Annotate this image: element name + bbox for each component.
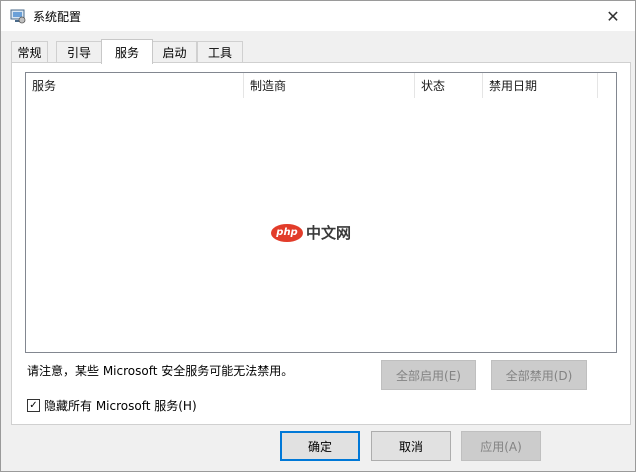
system-configuration-window: 系统配置 ✕ 常规 引导 服务 启动 工具 服务 制造商 状态 禁用日期 php… [0, 0, 636, 472]
apply-button[interactable]: 应用(A) [461, 431, 541, 461]
services-list-header: 服务 制造商 状态 禁用日期 [26, 73, 598, 98]
cancel-button[interactable]: 取消 [371, 431, 451, 461]
tab-services[interactable]: 服务 [101, 39, 153, 64]
watermark-text: 中文网 [306, 224, 352, 242]
services-list[interactable]: 服务 制造商 状态 禁用日期 php 中文网 [25, 72, 617, 353]
window-title: 系统配置 [33, 10, 82, 24]
system-configuration-icon [10, 8, 26, 24]
disable-all-button[interactable]: 全部禁用(D) [491, 360, 587, 390]
column-header-manufacturer[interactable]: 制造商 [244, 73, 415, 98]
column-header-service[interactable]: 服务 [26, 73, 244, 98]
hide-microsoft-services-checkbox[interactable]: ✓ [27, 399, 40, 412]
tab-general[interactable]: 常规 [11, 41, 48, 63]
enable-all-button[interactable]: 全部启用(E) [381, 360, 476, 390]
hide-microsoft-services-label: 隐藏所有 Microsoft 服务(H) [44, 399, 197, 413]
column-header-date-disabled[interactable]: 禁用日期 [483, 73, 598, 98]
tab-strip: 常规 引导 服务 启动 工具 [11, 39, 631, 64]
watermark-logo: php [271, 223, 303, 242]
services-tab-panel: 服务 制造商 状态 禁用日期 php 中文网 请注意，某些 Microsoft … [11, 62, 631, 425]
title-bar[interactable]: 系统配置 ✕ [1, 1, 635, 31]
ok-button[interactable]: 确定 [280, 431, 360, 461]
hide-microsoft-services-option[interactable]: ✓ 隐藏所有 Microsoft 服务(H) [27, 397, 197, 414]
close-button[interactable]: ✕ [591, 1, 635, 31]
tab-startup[interactable]: 启动 [152, 41, 197, 63]
column-header-status[interactable]: 状态 [415, 73, 483, 98]
security-services-note: 请注意，某些 Microsoft 安全服务可能无法禁用。 [27, 364, 294, 378]
tab-boot[interactable]: 引导 [56, 41, 102, 63]
tab-tools[interactable]: 工具 [197, 41, 243, 63]
watermark: php 中文网 [271, 222, 351, 243]
